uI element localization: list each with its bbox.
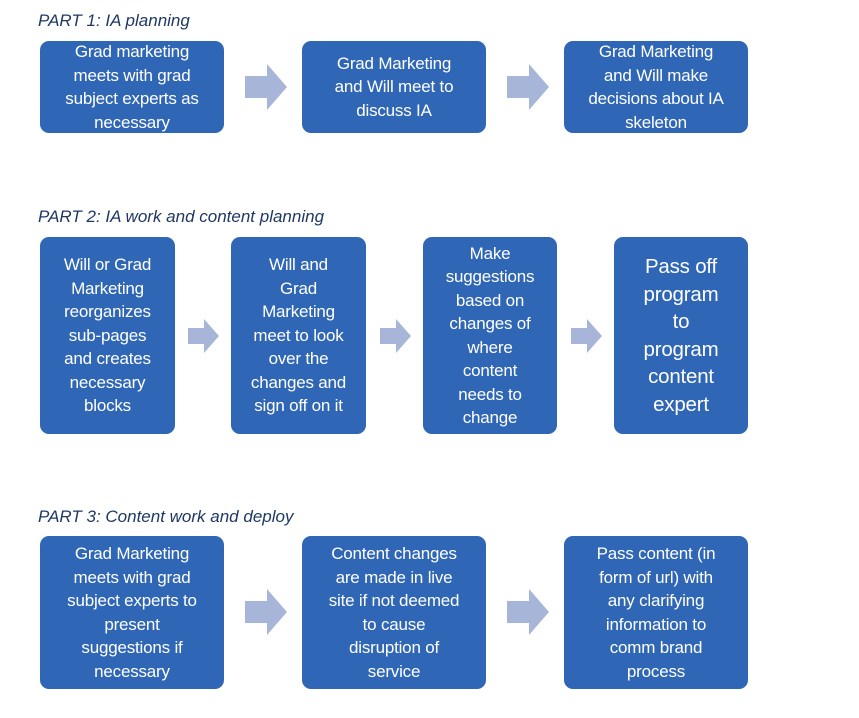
arrow-right-icon	[188, 319, 219, 353]
part-3-title: PART 3: Content work and deploy	[38, 507, 294, 526]
part-2-step-1: Will or Grad Marketing reorganizes sub-p…	[40, 237, 175, 434]
part-2-step-2: Will and Grad Marketing meet to look ove…	[231, 237, 366, 434]
arrow-right-icon	[245, 589, 287, 635]
arrow-right-icon	[380, 319, 411, 353]
part-1-step-3: Grad Marketing and Will make decisions a…	[564, 41, 748, 133]
part-2-step-3: Make suggestions based on changes of whe…	[423, 237, 557, 434]
arrow-right-icon	[571, 319, 602, 353]
part-2-title: PART 2: IA work and content planning	[38, 207, 325, 226]
part-3-step-2: Content changes are made in live site if…	[302, 536, 486, 689]
part-1-step-1: Grad marketing meets with grad subject e…	[40, 41, 224, 133]
arrow-right-icon	[245, 64, 287, 110]
arrow-right-icon	[507, 589, 549, 635]
part-1-step-2: Grad Marketing and Will meet to discuss …	[302, 41, 486, 133]
arrow-right-icon	[507, 64, 549, 110]
part-3-step-1: Grad Marketing meets with grad subject e…	[40, 536, 224, 689]
part-3-step-3: Pass content (in form of url) with any c…	[564, 536, 748, 689]
part-1-title: PART 1: IA planning	[38, 11, 190, 30]
part-2-step-4: Pass off program to program content expe…	[614, 237, 748, 434]
